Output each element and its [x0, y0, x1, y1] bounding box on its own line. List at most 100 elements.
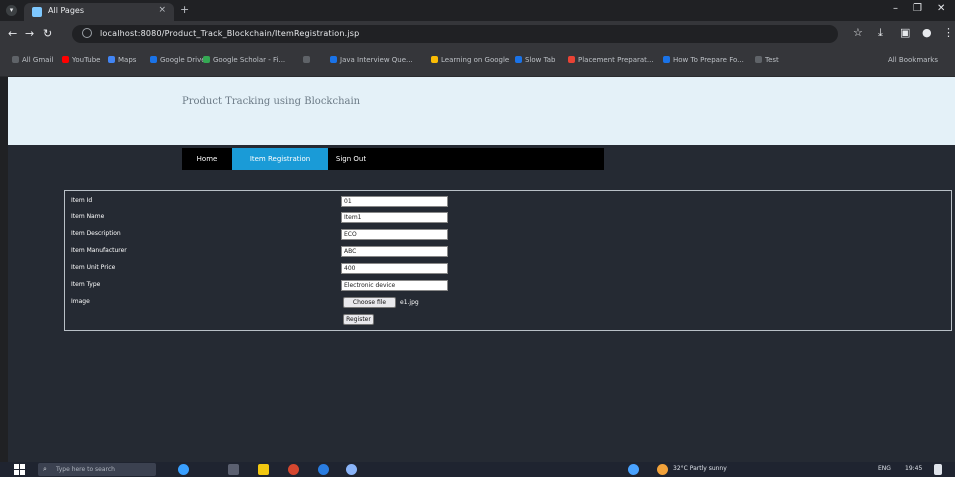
url-text[interactable]: localhost:8080/Product_Track_Blockchain/… [100, 29, 359, 38]
nav-sign-out[interactable]: Sign Out [328, 148, 374, 170]
main-nav: Home Item Registration Sign Out [182, 148, 604, 170]
web-page: Product Tracking using Blockchain Home I… [8, 77, 955, 462]
search-icon: ⌕ [43, 465, 47, 473]
bookmark-label: Placement Preparat... [578, 56, 654, 64]
bookmark-favicon-icon [203, 56, 210, 63]
bookmark-label: Google Drive [160, 56, 206, 64]
bookmark-favicon-icon [150, 56, 157, 63]
bookmark-favicon-icon [12, 56, 19, 63]
bookmark-favicon-icon [663, 56, 670, 63]
reload-icon[interactable]: ↻ [43, 27, 52, 40]
weather-text[interactable]: 32°C Partly sunny [673, 465, 727, 472]
bookmark-label: Learning on Google [441, 56, 510, 64]
site-info-icon[interactable] [82, 28, 92, 38]
language-indicator[interactable]: ENG [878, 465, 891, 472]
tab-favicon-icon [32, 7, 42, 17]
item-name-label: Item Name [71, 213, 105, 220]
bookmark-favicon-icon [755, 56, 762, 63]
download-icon[interactable]: ⤓ [878, 26, 883, 40]
forward-icon[interactable]: → [25, 27, 34, 40]
widgets-icon[interactable] [178, 464, 189, 475]
minimize-icon[interactable]: – [893, 3, 898, 14]
bookmark-favicon-icon [431, 56, 438, 63]
close-window-icon[interactable]: ✕ [937, 3, 945, 14]
bookmark-favicon-icon [568, 56, 575, 63]
register-button[interactable]: Register [343, 314, 374, 325]
bookmark-item[interactable]: Slow Tab [515, 56, 555, 64]
browser-toolbar: ← → ↻ localhost:8080/Product_Track_Block… [0, 21, 955, 47]
back-icon[interactable]: ← [8, 27, 17, 40]
image-label: Image [71, 298, 90, 305]
bookmark-item[interactable]: Google Drive [150, 56, 206, 64]
file-explorer-icon[interactable] [258, 464, 269, 475]
bookmark-item[interactable]: Maps [108, 56, 136, 64]
taskbar-search[interactable]: ⌕ Type here to search [38, 463, 156, 476]
tab-search-icon[interactable]: ▾ [6, 5, 17, 16]
item-unit-price-label: Item Unit Price [71, 264, 116, 271]
item-id-input[interactable] [341, 196, 448, 207]
clock[interactable]: 19:45 [905, 465, 922, 472]
windows-start-icon[interactable] [14, 464, 25, 475]
item-manufacturer-label: Item Manufacturer [71, 247, 127, 254]
new-tab-icon[interactable]: + [180, 3, 189, 16]
bookmark-label: How To Prepare Fo... [673, 56, 744, 64]
item-description-input[interactable] [341, 229, 448, 240]
bookmark-item[interactable]: How To Prepare Fo... [663, 56, 744, 64]
bookmark-item[interactable]: YouTube [62, 56, 100, 64]
choose-file-button[interactable]: Choose file [343, 297, 396, 308]
bookmark-star-icon[interactable]: ☆ [853, 26, 863, 39]
app-icon[interactable] [288, 464, 299, 475]
tab-close-icon[interactable]: × [158, 5, 166, 15]
nav-home[interactable]: Home [182, 148, 232, 170]
bookmark-label: Google Scholar - Fi... [213, 56, 286, 64]
bookmark-label: Java Interview Que... [340, 56, 413, 64]
bookmark-favicon-icon [330, 56, 337, 63]
bookmark-item[interactable]: All Gmail [12, 56, 53, 64]
bookmark-item[interactable]: Google Scholar - Fi... [203, 56, 285, 64]
maximize-icon[interactable]: ❐ [913, 3, 922, 14]
bookmark-item[interactable]: Placement Preparat... [568, 56, 654, 64]
tab-strip: ▾ All Pages × + – ❐ ✕ [0, 0, 955, 21]
bookmark-favicon-icon [62, 56, 69, 63]
bookmark-favicon-icon [303, 56, 310, 63]
taskbar-search-placeholder: Type here to search [56, 466, 115, 473]
address-bar[interactable]: localhost:8080/Product_Track_Blockchain/… [72, 25, 838, 43]
bookmark-item[interactable]: Java Interview Que... [330, 56, 413, 64]
bookmark-label: Test [765, 56, 779, 64]
bookmark-label: Maps [118, 56, 137, 64]
browser-tab[interactable]: All Pages × [24, 3, 174, 21]
item-type-label: Item Type [71, 281, 101, 288]
task-view-icon[interactable] [228, 464, 239, 475]
bookmark-label: YouTube [72, 56, 101, 64]
bookmark-favicon-icon [515, 56, 522, 63]
item-registration-form: Item Id Item Name Item Description Item … [64, 190, 952, 331]
site-title: Product Tracking using Blockchain [182, 96, 361, 107]
item-description-label: Item Description [71, 230, 121, 237]
windows-taskbar: ⌕ Type here to search 32°C Partly sunny … [0, 462, 955, 477]
bookmark-label: Slow Tab [525, 56, 556, 64]
weather-icon[interactable] [657, 464, 668, 475]
edge-icon[interactable] [318, 464, 329, 475]
selected-file-name: e1.jpg [400, 299, 419, 306]
extensions-icon[interactable]: ▣ [900, 26, 910, 39]
bookmark-item[interactable]: Test [755, 56, 779, 64]
notification-icon[interactable] [934, 464, 942, 475]
bookmarks-bar: All Gmail YouTube Maps Google Drive Google S… [0, 47, 955, 77]
all-bookmarks[interactable]: All Bookmarks [888, 56, 938, 64]
item-manufacturer-input[interactable] [341, 246, 448, 257]
menu-icon[interactable]: ⋮ [943, 26, 954, 39]
site-header: Product Tracking using Blockchain [8, 77, 955, 145]
item-unit-price-input[interactable] [341, 263, 448, 274]
nav-item-registration[interactable]: Item Registration [232, 148, 328, 170]
item-name-input[interactable] [341, 212, 448, 223]
bookmark-item[interactable]: Learning on Google [431, 56, 509, 64]
chrome-icon[interactable] [346, 464, 357, 475]
item-type-input[interactable] [341, 280, 448, 291]
tray-app-icon[interactable] [628, 464, 639, 475]
tab-title: All Pages [48, 6, 84, 15]
profile-icon[interactable]: ● [922, 26, 932, 39]
bookmark-favicon-icon [108, 56, 115, 63]
browser-window: ▾ All Pages × + – ❐ ✕ ← → ↻ localhost:80… [0, 0, 955, 477]
bookmark-label: All Gmail [22, 56, 54, 64]
bookmark-item[interactable] [303, 56, 313, 64]
